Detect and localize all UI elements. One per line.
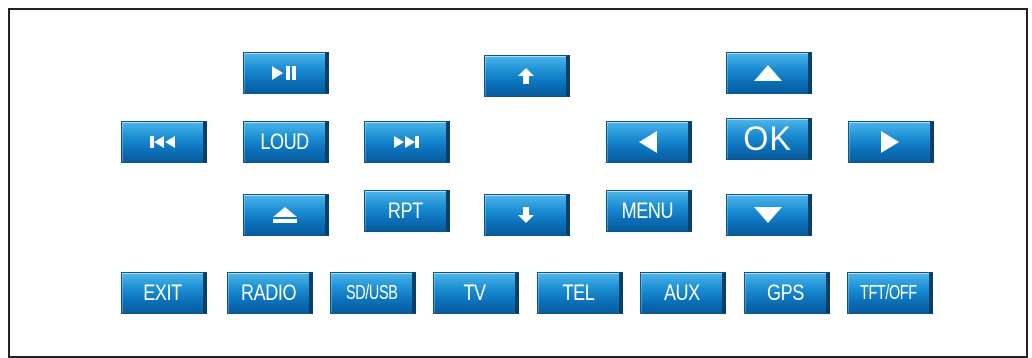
gps-label: GPS bbox=[767, 280, 804, 305]
triangle-right-icon bbox=[880, 131, 899, 153]
triangle-up-icon bbox=[753, 65, 782, 81]
loud-button[interactable]: LOUD bbox=[243, 121, 329, 163]
ok-button[interactable]: OK bbox=[726, 118, 812, 160]
loud-label: LOUD bbox=[260, 129, 309, 154]
menu-label: MENU bbox=[621, 198, 674, 223]
eject-button[interactable] bbox=[243, 194, 329, 236]
triangle-left-icon bbox=[638, 131, 657, 153]
rpt-label: RPT bbox=[388, 198, 423, 223]
aux-button[interactable]: AUX bbox=[640, 272, 726, 314]
eject-icon bbox=[272, 207, 297, 223]
play-pause-icon bbox=[271, 66, 298, 80]
skip-previous-icon bbox=[149, 136, 176, 148]
repeat-button[interactable]: RPT bbox=[364, 190, 450, 232]
triangle-down-icon bbox=[753, 207, 782, 223]
down-arrow-button[interactable] bbox=[484, 194, 570, 236]
radio-label: RADIO bbox=[240, 280, 297, 305]
arrow-up-small-icon bbox=[517, 68, 534, 84]
up-arrow-button[interactable] bbox=[484, 55, 570, 97]
nav-right-button[interactable] bbox=[848, 121, 934, 163]
tv-button[interactable]: TV bbox=[433, 272, 519, 314]
play-pause-button[interactable] bbox=[243, 52, 329, 94]
nav-down-button[interactable] bbox=[726, 194, 812, 236]
nav-left-button[interactable] bbox=[606, 121, 692, 163]
sd-usb-label: SD/USB bbox=[345, 282, 398, 304]
tel-label: TEL bbox=[562, 280, 595, 305]
menu-button[interactable]: MENU bbox=[606, 190, 692, 232]
previous-track-button[interactable] bbox=[121, 121, 207, 163]
aux-label: AUX bbox=[663, 280, 700, 305]
tel-button[interactable]: TEL bbox=[537, 272, 623, 314]
tft-off-label: TFT/OFF bbox=[860, 282, 917, 304]
skip-next-icon bbox=[393, 136, 419, 148]
tft-off-button[interactable]: TFT/OFF bbox=[847, 272, 933, 314]
exit-label: EXIT bbox=[143, 280, 182, 305]
radio-button[interactable]: RADIO bbox=[227, 272, 313, 314]
sd-usb-button[interactable]: SD/USB bbox=[330, 272, 416, 314]
arrow-down-small-icon bbox=[517, 207, 534, 223]
nav-up-button[interactable] bbox=[726, 52, 812, 94]
next-track-button[interactable] bbox=[364, 121, 450, 163]
tv-label: TV bbox=[463, 280, 486, 305]
gps-button[interactable]: GPS bbox=[744, 272, 830, 314]
ok-label: OK bbox=[743, 120, 792, 158]
exit-button[interactable]: EXIT bbox=[121, 272, 207, 314]
